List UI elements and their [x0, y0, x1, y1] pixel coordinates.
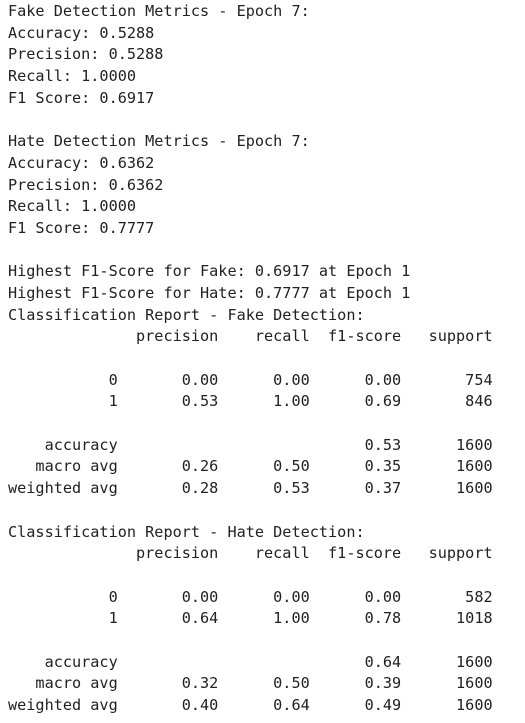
output-line: precision recall f1-score support — [8, 327, 493, 346]
output-line: weighted avg 0.28 0.53 0.37 1600 — [8, 479, 493, 498]
output-line: Fake Detection Metrics - Epoch 7: — [8, 2, 310, 20]
output-line: Hate Detection Metrics - Epoch 7: — [8, 132, 310, 151]
output-line: Recall: 1.0000 — [8, 67, 137, 86]
output-line: accuracy 0.53 1600 — [8, 435, 493, 454]
output-line: 0 0.00 0.00 0.00 582 — [8, 587, 493, 606]
output-line: Recall: 1.0000 — [8, 197, 137, 216]
output-line: Highest F1-Score for Hate: 0.7777 at Epo… — [8, 283, 411, 302]
output-line: F1 Score: 0.6917 — [8, 88, 155, 107]
console-output: Fake Detection Metrics - Epoch 7: Accurac… — [0, 0, 525, 717]
output-line: 1 0.53 1.00 0.69 846 — [8, 392, 493, 411]
output-line: Classification Report - Hate Detection: — [8, 522, 365, 541]
output-line: Precision: 0.6362 — [8, 175, 164, 194]
output-line: Precision: 0.5288 — [8, 45, 164, 64]
output-line: macro avg 0.26 0.50 0.35 1600 — [8, 457, 493, 476]
output-line: 1 0.64 1.00 0.78 1018 — [8, 609, 493, 628]
output-line: precision recall f1-score support — [8, 544, 493, 563]
output-line: accuracy 0.64 1600 — [8, 652, 493, 671]
output-line: 0 0.00 0.00 0.00 754 — [8, 370, 493, 389]
output-line: Accuracy: 0.6362 — [8, 153, 155, 172]
output-line: macro avg 0.32 0.50 0.39 1600 — [8, 674, 493, 693]
output-line: weighted avg 0.40 0.64 0.49 1600 — [8, 696, 493, 714]
output-line: Classification Report - Fake Detection: — [8, 305, 365, 324]
output-line: F1 Score: 0.7777 — [8, 218, 155, 237]
output-line: Highest F1-Score for Fake: 0.6917 at Epo… — [8, 262, 411, 281]
output-line: Accuracy: 0.5288 — [8, 23, 155, 42]
